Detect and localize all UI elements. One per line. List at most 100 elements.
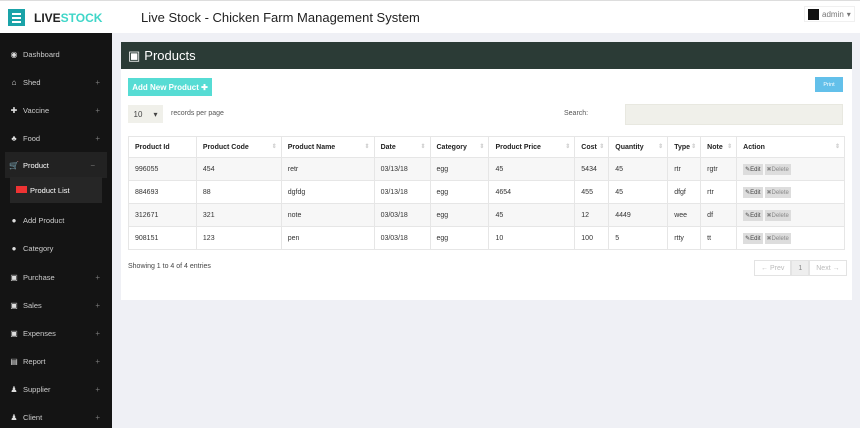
table-cell: 5 xyxy=(608,226,669,250)
table-cell: egg xyxy=(429,226,490,250)
column-header[interactable]: Type ⇕ xyxy=(667,136,702,158)
table-cell: 123 xyxy=(195,226,282,250)
products-panel: ▣ Products Add New Product ✚ Print 10 ▾ re… xyxy=(121,42,852,300)
avatar xyxy=(808,8,819,20)
top-bar: LIVESTOCK Live Stock - Chicken Farm Mana… xyxy=(0,0,860,33)
supplier-icon: ♟ xyxy=(10,384,18,394)
report-icon: ▤ xyxy=(10,356,18,366)
table-cell: dfgf xyxy=(667,180,702,204)
column-header[interactable]: Category ⇕ xyxy=(429,136,490,158)
table-cell: 5434 xyxy=(574,157,610,181)
delete-button[interactable]: ✖Delete xyxy=(764,209,791,221)
page-title: Products xyxy=(144,48,196,63)
table-cell: 4449 xyxy=(608,203,669,227)
client-icon: ♟ xyxy=(10,412,18,422)
sort-icon: ⇕ xyxy=(658,144,664,150)
sidebar-item-dashboard[interactable]: ◉ Dashboard xyxy=(0,43,112,65)
table-cell: 45 xyxy=(608,180,669,204)
column-header[interactable]: Cost ⇕ xyxy=(574,136,610,158)
add-product-button[interactable]: Add New Product ✚ xyxy=(128,78,212,96)
edit-button[interactable]: ✎Edit xyxy=(743,163,763,175)
table-row: 996055 454 retr 03/13/18 egg 45 5434 45 rtr rgtr ✎… xyxy=(128,157,845,181)
page-size-select[interactable]: 10 ▾ xyxy=(128,105,163,123)
column-header[interactable]: Product Name ⇕ xyxy=(280,136,375,158)
table-cell: 454 xyxy=(195,157,282,181)
edit-button[interactable]: ✎Edit xyxy=(743,209,763,221)
sidebar-item-purchase[interactable]: ▣ Purchase + xyxy=(0,266,112,288)
panel-header: ▣ Products xyxy=(121,42,852,69)
table-cell: rtr xyxy=(700,180,738,204)
expenses-icon: ▣ xyxy=(10,328,18,338)
table-row: 884693 88 dgfdg 03/13/18 egg 4654 455 45 dfgf rtr… xyxy=(128,180,845,204)
sidebar-item-report[interactable]: ▤ Report + xyxy=(0,350,112,372)
delete-button[interactable]: ✖Delete xyxy=(764,163,791,175)
category-icon: ● xyxy=(11,243,17,253)
column-header[interactable]: Note ⇕ xyxy=(700,136,738,158)
table-cell: 908151 xyxy=(128,226,197,250)
column-header[interactable]: Date ⇕ xyxy=(373,136,431,158)
table-cell: 03/13/18 xyxy=(373,157,431,181)
delete-button[interactable]: ✖Delete xyxy=(764,186,791,198)
table-cell: egg xyxy=(429,157,490,181)
sidebar-item-product-list[interactable]: Product List xyxy=(10,177,102,203)
sidebar: ◉ Dashboard ⌂ Shed + ✚ Vaccine + ♣ Food + 🛒 Product −… xyxy=(0,33,112,428)
table-cell: wee xyxy=(667,203,702,227)
column-header[interactable]: Product Code ⇕ xyxy=(195,136,282,158)
column-header[interactable]: Product Id xyxy=(128,136,197,158)
expand-icon: + xyxy=(95,300,100,310)
sort-icon: ⇕ xyxy=(565,144,571,150)
sort-icon: ⇕ xyxy=(599,144,605,150)
product-list-icon xyxy=(16,185,27,195)
sales-icon: ▣ xyxy=(10,300,18,310)
table-cell: rtty xyxy=(667,226,702,250)
column-header[interactable]: Product Price ⇕ xyxy=(488,136,576,158)
table-cell: egg xyxy=(429,180,490,204)
table-cell: 884693 xyxy=(128,180,197,204)
prev-button[interactable]: ← Prev xyxy=(754,260,792,276)
table-cell: 45 xyxy=(608,157,669,181)
search-input[interactable] xyxy=(625,104,843,125)
table-row: 312671 321 note 03/03/18 egg 45 12 4449 wee df ✎Ed… xyxy=(128,203,845,227)
edit-button[interactable]: ✎Edit xyxy=(743,232,763,244)
sort-icon: ⇕ xyxy=(691,144,697,150)
column-header[interactable]: Quantity ⇕ xyxy=(608,136,669,158)
sidebar-item-category[interactable]: ● Category xyxy=(0,237,112,259)
sidebar-item-supplier[interactable]: ♟ Supplier + xyxy=(0,378,112,400)
sidebar-item-client[interactable]: ♟ Client + xyxy=(0,406,112,428)
table-cell: df xyxy=(700,203,738,227)
table-cell: 321 xyxy=(195,203,282,227)
action-cell: ✎Edit ✖Delete xyxy=(736,180,845,204)
sort-icon: ⇕ xyxy=(271,144,277,150)
sidebar-item-expenses[interactable]: ▣ Expenses + xyxy=(0,322,112,344)
table-cell: 03/13/18 xyxy=(373,180,431,204)
money-icon: ▣ xyxy=(128,47,141,63)
table-cell: tt xyxy=(700,226,738,250)
vaccine-icon: ✚ xyxy=(10,105,18,115)
menu-toggle-icon[interactable] xyxy=(8,9,25,26)
sort-icon: ⇕ xyxy=(364,144,370,150)
table-cell: pen xyxy=(280,226,375,250)
app-title: Live Stock - Chicken Farm Management Sys… xyxy=(141,10,420,25)
add-product-icon: ● xyxy=(11,215,17,225)
sort-icon: ⇕ xyxy=(727,144,733,150)
product-icon: 🛒 xyxy=(9,160,19,170)
print-button[interactable]: Print xyxy=(815,77,843,92)
logo[interactable]: LIVESTOCK xyxy=(34,11,102,25)
sidebar-item-shed[interactable]: ⌂ Shed + xyxy=(0,71,112,93)
column-header[interactable]: Action ⇕ xyxy=(736,136,845,158)
delete-button[interactable]: ✖Delete xyxy=(764,232,791,244)
sidebar-item-food[interactable]: ♣ Food + xyxy=(0,127,112,149)
page-button[interactable]: 1 xyxy=(791,260,810,276)
sort-icon: ⇕ xyxy=(420,144,426,150)
sidebar-item-add-product[interactable]: ● Add Product xyxy=(0,209,112,231)
edit-button[interactable]: ✎Edit xyxy=(743,186,763,198)
action-cell: ✎Edit ✖Delete xyxy=(736,226,845,250)
sidebar-item-vaccine[interactable]: ✚ Vaccine + xyxy=(0,99,112,121)
purchase-icon: ▣ xyxy=(10,272,18,282)
sidebar-item-product[interactable]: 🛒 Product − xyxy=(5,152,107,178)
chevron-down-icon: ▾ xyxy=(846,9,851,19)
sidebar-item-sales[interactable]: ▣ Sales + xyxy=(0,294,112,316)
next-button[interactable]: Next → xyxy=(809,260,847,276)
user-menu[interactable]: admin ▾ xyxy=(804,6,855,22)
caret-down-icon: ▾ xyxy=(153,109,158,119)
